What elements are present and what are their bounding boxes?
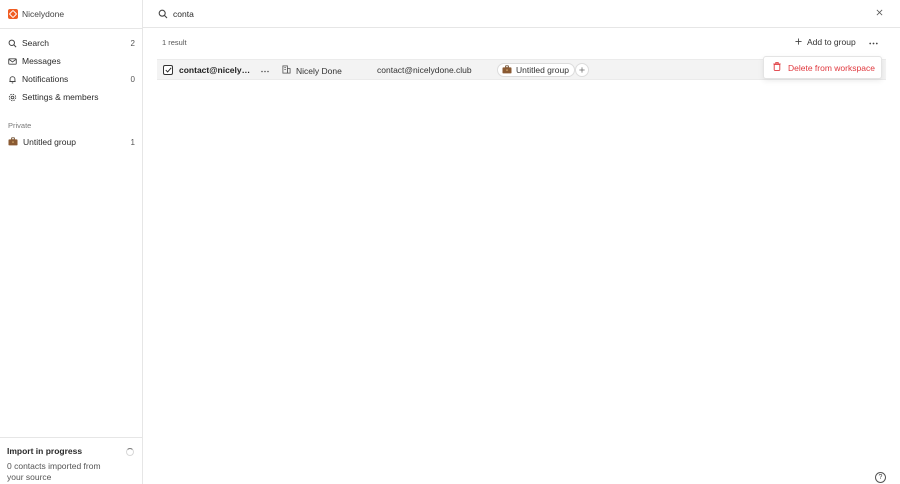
help-button[interactable]: ? [875,472,886,483]
sidebar: Nicelydone Search 2 Messages Notificatio… [0,0,143,484]
sidebar-divider [0,28,143,29]
sidebar-item-untitled-group[interactable]: Untitled group 1 [0,134,143,150]
sidebar-item-label: Search [22,38,49,48]
plus-icon [579,65,585,75]
gear-icon [8,93,17,102]
ellipsis-icon [261,65,269,75]
sidebar-nav: Search 2 Messages Notifications 0 Settin… [0,34,143,106]
contact-name[interactable]: contact@nicelydone.club [179,65,251,75]
brand-logo-icon [8,9,18,19]
sidebar-item-count: 1 [130,137,135,147]
sidebar-item-label: Untitled group [23,137,76,147]
ellipsis-icon [868,37,878,47]
search-icon [158,9,168,21]
search-icon [8,39,17,48]
spinner-icon [126,448,134,456]
row-checkbox[interactable] [163,65,173,75]
import-status: Import in progress 0 contacts imported f… [0,437,143,484]
mail-icon [8,57,17,66]
add-to-group-label: Add to group [807,37,856,47]
contact-company[interactable]: Nicely Done [282,65,342,76]
group-tag-label: Untitled group [516,65,569,75]
search-input[interactable] [173,7,773,21]
import-title: Import in progress [7,446,83,456]
add-to-group-button[interactable]: Add to group [795,36,856,48]
check-icon [164,65,172,75]
brand-name: Nicelydone [22,9,65,19]
sidebar-item-label: Notifications [22,74,69,84]
options-dropdown: Delete from workspace [763,56,882,79]
section-label-private: Private [8,121,32,130]
contact-email[interactable]: contact@nicelydone.club [377,65,472,75]
search-bar [143,0,900,28]
sidebar-item-search[interactable]: Search 2 [0,34,143,52]
row-more-button[interactable] [260,64,270,76]
close-icon [876,8,883,19]
plus-icon [795,37,802,47]
help-icon: ? [878,474,883,481]
sidebar-item-label: Messages [22,56,61,66]
sidebar-item-count: 0 [130,74,135,84]
more-options-button[interactable] [867,36,879,48]
sidebar-item-settings[interactable]: Settings & members [0,88,143,106]
delete-from-workspace-menu-item[interactable]: Delete from workspace [788,63,875,73]
group-tag[interactable]: Untitled group [497,63,575,77]
trash-icon [773,62,781,73]
building-icon [282,65,291,76]
add-group-to-row-button[interactable] [575,63,589,77]
sidebar-item-messages[interactable]: Messages [0,52,143,70]
close-search-button[interactable] [874,8,884,18]
bell-icon [8,75,17,84]
sidebar-item-count: 2 [130,38,135,48]
sidebar-item-notifications[interactable]: Notifications 0 [0,70,143,88]
briefcase-icon [502,64,512,76]
company-name: Nicely Done [296,65,342,76]
import-text: 0 contacts imported from your source [7,461,101,482]
briefcase-icon [8,136,18,148]
brand[interactable]: Nicelydone [8,8,64,20]
main-panel: 1 result Add to group contact@nicelydone… [143,0,900,484]
sidebar-item-label: Settings & members [22,92,99,102]
result-count: 1 result [162,38,187,47]
